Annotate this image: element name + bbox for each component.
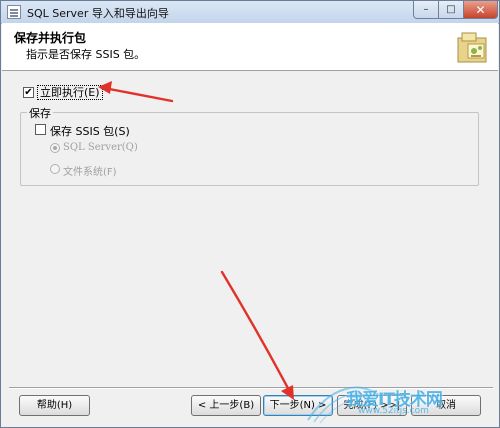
page-subtitle: 指示是否保存 SSIS 包。 (26, 48, 146, 61)
next-button[interactable]: 下一步(N) > (263, 395, 333, 416)
title-bar[interactable]: SQL Server 导入和导出向导 – □ ✕ (1, 1, 499, 24)
file-system-radio-label[interactable]: 文件系统(F) (63, 163, 117, 178)
save-ssis-checkbox[interactable] (35, 124, 46, 135)
back-button[interactable]: < 上一步(B) (191, 395, 261, 416)
close-button[interactable]: ✕ (464, 1, 498, 19)
maximize-button[interactable]: □ (439, 1, 464, 19)
page-header: 保存并执行包 指示是否保存 SSIS 包。 (2, 23, 498, 71)
minimize-button[interactable]: – (413, 1, 439, 19)
page-title: 保存并执行包 (14, 31, 87, 45)
sql-server-radio[interactable] (50, 143, 60, 153)
execute-immediately-label[interactable]: 立即执行(E) (37, 85, 103, 100)
wizard-folder-icon (457, 32, 487, 63)
save-ssis-label[interactable]: 保存 SSIS 包(S) (50, 123, 130, 139)
window-title: SQL Server 导入和导出向导 (27, 7, 169, 20)
file-system-radio[interactable] (50, 164, 60, 174)
watermark-url: www.52itjs.com (358, 406, 429, 416)
app-icon (7, 5, 21, 19)
execute-immediately-checkbox[interactable]: ✔ (23, 87, 34, 98)
sql-server-radio-label[interactable]: SQL Server(Q) (63, 142, 138, 153)
save-group-title: 保存 (27, 105, 53, 121)
help-button[interactable]: 帮助(H) (19, 395, 90, 416)
wizard-window: SQL Server 导入和导出向导 – □ ✕ 保存并执行包 指示是否保存 S… (0, 0, 500, 428)
